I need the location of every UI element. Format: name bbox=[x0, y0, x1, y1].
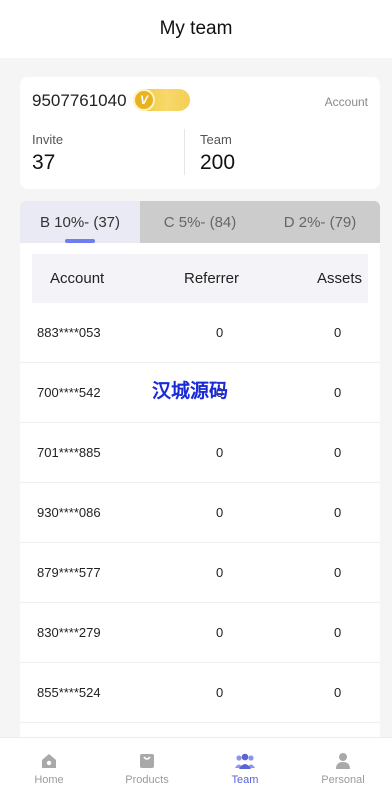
bottom-tab-bar: Home Products Team Personal bbox=[0, 737, 392, 796]
page-title: My team bbox=[159, 18, 233, 39]
team-icon bbox=[235, 753, 255, 769]
home-icon bbox=[42, 754, 56, 768]
account-card: 9507761040 V Account Invite 37 Team 200 bbox=[20, 77, 380, 189]
tab-level-b-label: B 10%- (37) bbox=[39, 213, 121, 231]
nav-personal-label: Personal bbox=[321, 774, 365, 786]
team-count: 200 bbox=[200, 151, 236, 174]
nav-products-label: Products bbox=[125, 774, 169, 786]
column-header-assets: Assets bbox=[317, 270, 363, 287]
table-row: 879****577 0 0 bbox=[20, 543, 380, 603]
row-assets: 0 bbox=[334, 505, 342, 520]
account-number: 9507761040 bbox=[32, 91, 127, 110]
row-assets: 0 bbox=[334, 445, 342, 460]
invite-label: Invite bbox=[32, 132, 64, 147]
row-account: 930****086 bbox=[37, 505, 101, 520]
row-referrer: 0 bbox=[216, 625, 224, 640]
row-account: 700****542 bbox=[37, 385, 101, 400]
watermark-text: 汉城源码 bbox=[152, 380, 229, 402]
nav-products[interactable]: Products bbox=[98, 738, 196, 796]
table-row: 830****279 0 0 bbox=[20, 603, 380, 663]
row-account: 883****053 bbox=[37, 325, 101, 340]
column-header-referrer: Referrer bbox=[184, 270, 240, 287]
stat-divider bbox=[184, 129, 185, 175]
row-assets: 0 bbox=[334, 385, 342, 400]
nav-personal[interactable]: Personal bbox=[294, 738, 392, 796]
table-row: 883****053 0 0 bbox=[20, 303, 380, 363]
row-assets: 0 bbox=[334, 625, 342, 640]
account-link[interactable]: Account bbox=[325, 95, 368, 109]
products-icon bbox=[140, 754, 154, 768]
row-account: 701****885 bbox=[37, 445, 101, 460]
column-header-account: Account bbox=[50, 270, 105, 287]
tab-level-c[interactable]: C 5%- (84) bbox=[140, 201, 260, 243]
person-icon bbox=[336, 753, 350, 769]
row-referrer: 0 bbox=[216, 565, 224, 580]
vip-badge: V bbox=[133, 89, 190, 111]
row-assets: 0 bbox=[334, 685, 342, 700]
row-referrer: 0 bbox=[216, 325, 224, 340]
invite-stat: Invite 37 bbox=[32, 132, 63, 175]
v-badge-icon: V bbox=[133, 89, 155, 111]
team-stat: Team 200 bbox=[200, 132, 235, 175]
level-tabs: B 10%- (37) C 5%- (84) D 2%- (79) bbox=[20, 201, 380, 243]
row-referrer: 0 bbox=[216, 505, 224, 520]
row-account: 830****279 bbox=[37, 625, 101, 640]
page-header: My team bbox=[0, 0, 392, 58]
team-table: Account Referrer Assets 883****053 0 0 7… bbox=[20, 243, 380, 743]
table-header: Account Referrer Assets bbox=[32, 254, 368, 303]
tab-level-d-label: D 2%- (79) bbox=[283, 213, 357, 231]
nav-home-label: Home bbox=[34, 774, 64, 786]
row-assets: 0 bbox=[334, 565, 342, 580]
nav-team-label: Team bbox=[231, 774, 259, 786]
invite-count: 37 bbox=[32, 151, 56, 174]
row-assets: 0 bbox=[334, 325, 342, 340]
team-label: Team bbox=[200, 132, 232, 147]
row-account: 879****577 bbox=[37, 565, 101, 580]
row-account: 855****524 bbox=[37, 685, 101, 700]
tab-level-b[interactable]: B 10%- (37) bbox=[20, 201, 140, 243]
row-referrer: 0 bbox=[216, 685, 224, 700]
table-row: 701****885 0 0 bbox=[20, 423, 380, 483]
tab-level-d[interactable]: D 2%- (79) bbox=[260, 201, 380, 243]
nav-team[interactable]: Team bbox=[196, 738, 294, 796]
table-row: 855****524 0 0 bbox=[20, 663, 380, 723]
tab-level-c-label: C 5%- (84) bbox=[163, 213, 237, 231]
nav-home[interactable]: Home bbox=[0, 738, 98, 796]
row-referrer: 0 bbox=[216, 445, 224, 460]
table-row: 930****086 0 0 bbox=[20, 483, 380, 543]
